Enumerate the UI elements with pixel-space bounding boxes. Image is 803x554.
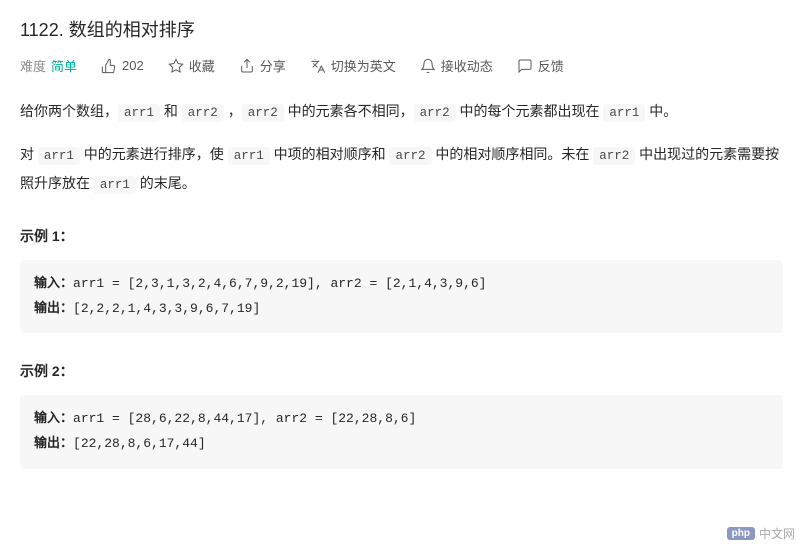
- feedback-icon: [517, 58, 533, 74]
- code-arr2: arr2: [182, 104, 224, 122]
- code-arr1: arr1: [38, 147, 80, 165]
- example-1-output: 输出：[2,2,2,1,4,3,3,9,6,7,19]: [34, 297, 769, 322]
- translate-icon: [310, 58, 326, 74]
- notifications-label: 接收动态: [441, 56, 493, 75]
- code-arr1: arr1: [228, 147, 270, 165]
- description-paragraph-1: 给你两个数组，arr1 和 arr2 ，arr2 中的元素各不相同，arr2 中…: [20, 97, 783, 126]
- example-1-title: 示例 1：: [20, 226, 783, 246]
- favorite-button[interactable]: 收藏: [168, 56, 215, 75]
- notifications-button[interactable]: 接收动态: [420, 56, 493, 75]
- code-arr1: arr1: [603, 104, 645, 122]
- code-arr2: arr2: [414, 104, 456, 122]
- code-arr1: arr1: [94, 176, 136, 194]
- problem-description: 给你两个数组，arr1 和 arr2 ，arr2 中的元素各不相同，arr2 中…: [20, 97, 783, 198]
- difficulty-label: 难度: [20, 56, 46, 75]
- bell-icon: [420, 58, 436, 74]
- switch-lang-button[interactable]: 切换为英文: [310, 56, 396, 75]
- like-count: 202: [122, 58, 144, 73]
- example-2-block: 输入：arr1 = [28,6,22,8,44,17], arr2 = [22,…: [20, 395, 783, 468]
- example-2-title: 示例 2：: [20, 361, 783, 381]
- example-1-block: 输入：arr1 = [2,3,1,3,2,4,6,7,9,2,19], arr2…: [20, 260, 783, 333]
- share-icon: [239, 58, 255, 74]
- watermark: php 中文网: [727, 525, 795, 542]
- code-arr1: arr1: [118, 104, 160, 122]
- star-icon: [168, 58, 184, 74]
- example-2-output: 输出：[22,28,8,6,17,44]: [34, 432, 769, 457]
- thumbs-up-icon: [101, 58, 117, 74]
- example-1-input: 输入：arr1 = [2,3,1,3,2,4,6,7,9,2,19], arr2…: [34, 272, 769, 297]
- difficulty-value: 简单: [51, 56, 77, 75]
- difficulty: 难度 简单: [20, 56, 77, 75]
- share-label: 分享: [260, 56, 286, 75]
- share-button[interactable]: 分享: [239, 56, 286, 75]
- code-arr2: arr2: [242, 104, 284, 122]
- watermark-text: 中文网: [759, 525, 795, 542]
- switch-lang-label: 切换为英文: [331, 56, 396, 75]
- example-2-input: 输入：arr1 = [28,6,22,8,44,17], arr2 = [22,…: [34, 407, 769, 432]
- feedback-label: 反馈: [538, 56, 564, 75]
- description-paragraph-2: 对 arr1 中的元素进行排序，使 arr1 中项的相对顺序和 arr2 中的相…: [20, 140, 783, 198]
- like-button[interactable]: 202: [101, 58, 144, 74]
- feedback-button[interactable]: 反馈: [517, 56, 564, 75]
- code-arr2: arr2: [593, 147, 635, 165]
- code-arr2: arr2: [389, 147, 431, 165]
- meta-row: 难度 简单 202 收藏 分享 切换为英文 接收动态 反馈: [20, 56, 783, 75]
- problem-title: 1122. 数组的相对排序: [20, 16, 783, 42]
- php-badge: php: [727, 527, 755, 540]
- favorite-label: 收藏: [189, 56, 215, 75]
